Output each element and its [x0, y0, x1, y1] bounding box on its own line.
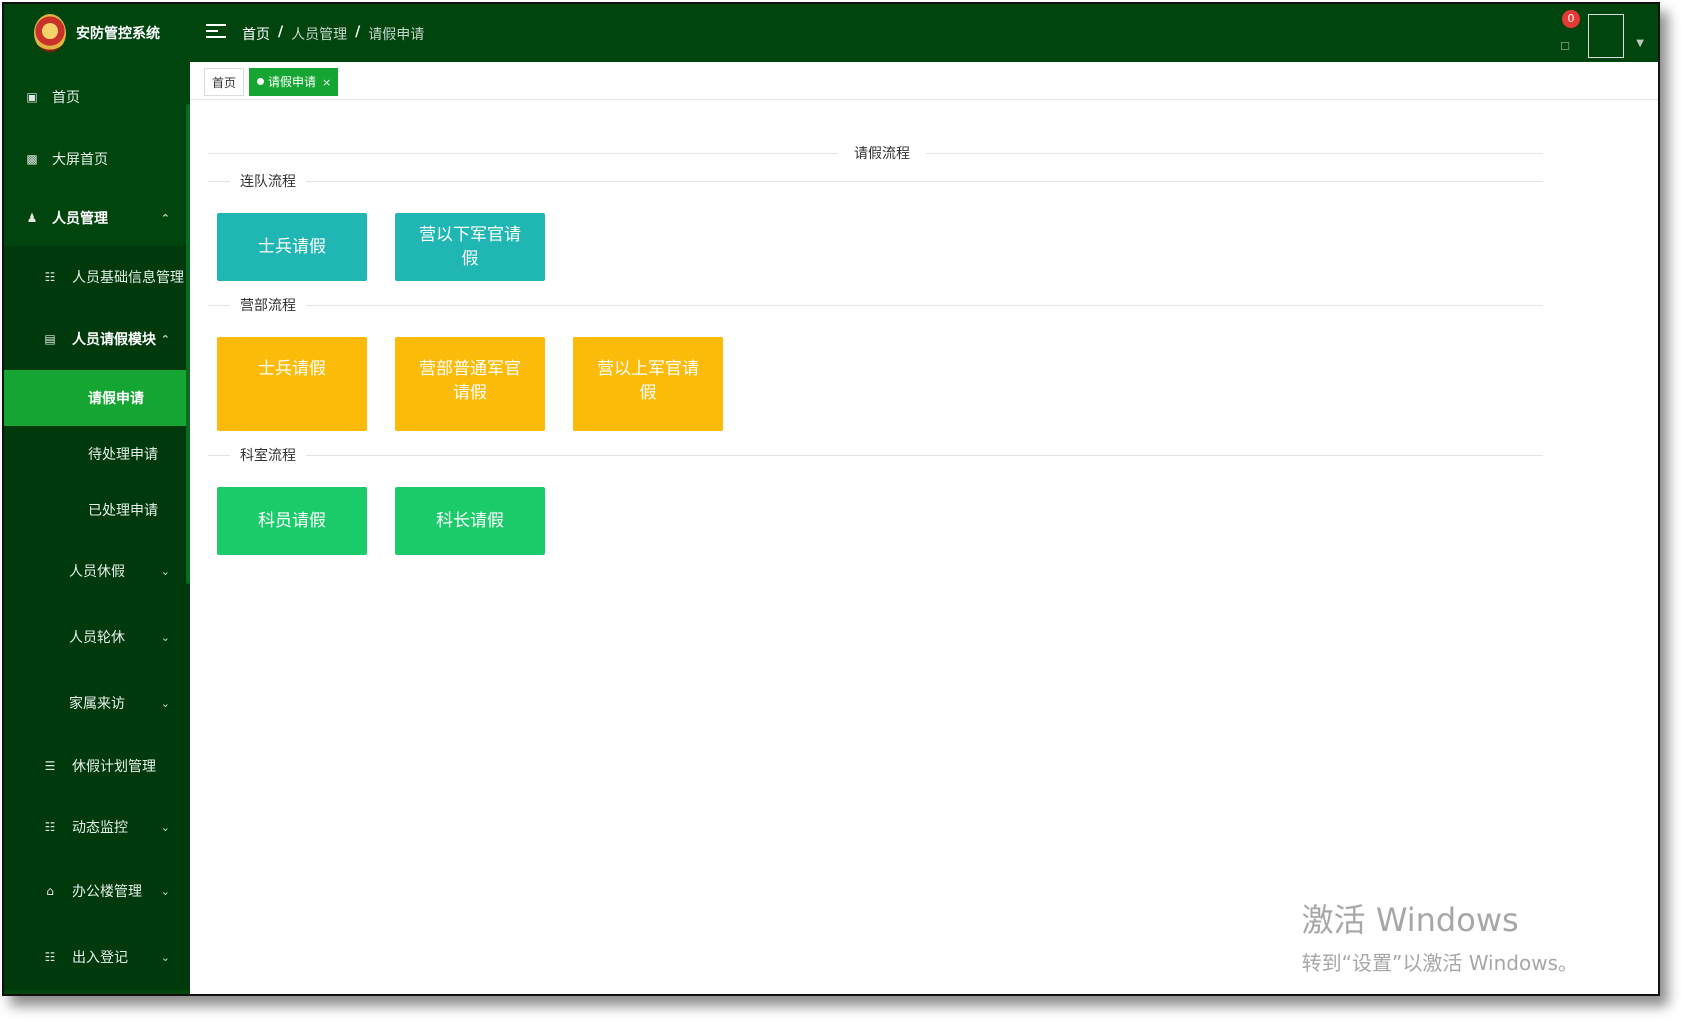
section-divider	[208, 305, 1543, 306]
soldier-leave-button-company[interactable]: 士兵请假	[217, 213, 367, 281]
breadcrumb-current: 请假申请	[368, 27, 425, 43]
sidebar-item-pending[interactable]: 待处理申请	[4, 426, 190, 482]
table-icon: ☷	[44, 950, 56, 964]
sidebar-item-processed[interactable]: 已处理申请	[4, 482, 190, 538]
sidebar-item-home[interactable]: ▣ 首页	[4, 66, 190, 128]
chevron-down-icon: ⌄	[160, 696, 170, 710]
sidebar-item-family-visit[interactable]: 家属来访 ⌄	[4, 670, 190, 736]
activation-watermark: 激活 Windows 转到“设置”以激活 Windows。	[1301, 901, 1578, 975]
image-icon: ▩	[26, 152, 38, 166]
breadcrumb-personnel[interactable]: 人员管理	[291, 24, 347, 44]
chevron-down-icon: ⌄	[160, 884, 170, 898]
sidebar-item-vacation[interactable]: 人员休假 ⌄	[4, 538, 190, 604]
home-icon: ⌂	[46, 884, 54, 898]
emblem-icon	[34, 14, 66, 52]
sidebar-item-basic-info[interactable]: ☷ 人员基础信息管理	[4, 246, 190, 308]
app-title: 安防管控系统	[76, 26, 160, 42]
monitor-icon: ▣	[26, 90, 38, 104]
sidebar: 安防管控系统 ▣ 首页 ▩ 大屏首页 ♟ 人员管理 ⌃ ☷ 人员基础信息管理 ▤…	[4, 4, 190, 994]
section-divider	[208, 181, 1543, 182]
chevron-down-icon: ⌄	[160, 820, 170, 834]
list-icon: ☰	[44, 759, 56, 773]
sidebar-item-entry-exit[interactable]: ☷ 出入登记 ⌄	[4, 924, 190, 990]
close-icon[interactable]: ×	[322, 76, 331, 89]
user-icon: ♟	[26, 211, 38, 225]
chevron-up-icon: ⌃	[160, 211, 170, 225]
top-header: 首页 / 人员管理 / 请假申请 ☐ 0 ▼	[190, 4, 1658, 62]
section-label-battalion: 营部流程	[230, 295, 306, 315]
message-icon[interactable]: ☐	[1560, 40, 1570, 53]
table-icon: ☷	[44, 820, 56, 834]
breadcrumb-separator: /	[355, 24, 361, 40]
sidebar-item-vacation-plan[interactable]: ☰ 休假计划管理	[4, 736, 190, 796]
section-chief-leave-button[interactable]: 科长请假	[395, 487, 545, 555]
soldier-leave-button-battalion[interactable]: 士兵请假	[217, 337, 367, 431]
sidebar-item-bigscreen[interactable]: ▩ 大屏首页	[4, 128, 190, 190]
avatar[interactable]	[1588, 14, 1624, 58]
junior-officer-leave-button[interactable]: 营以下军官请假	[395, 213, 545, 281]
chevron-down-icon[interactable]: ▼	[1636, 38, 1644, 49]
breadcrumb-home[interactable]: 首页	[242, 24, 270, 44]
sidebar-item-leave-apply[interactable]: 请假申请	[4, 370, 190, 426]
document-icon: ▤	[44, 332, 56, 346]
chevron-down-icon: ⌄	[160, 564, 170, 578]
sidebar-item-monitoring[interactable]: ☷ 动态监控 ⌄	[4, 796, 190, 858]
table-icon: ☷	[44, 270, 56, 284]
battalion-officer-leave-button[interactable]: 营部普通军官请假	[395, 337, 545, 431]
staff-leave-button[interactable]: 科员请假	[217, 487, 367, 555]
logo[interactable]: 安防管控系统	[4, 4, 190, 62]
breadcrumb: 首页 / 人员管理 / 请假申请	[242, 24, 424, 44]
app-window: 安防管控系统 ▣ 首页 ▩ 大屏首页 ♟ 人员管理 ⌃ ☷ 人员基础信息管理 ▤…	[2, 2, 1660, 996]
active-dot-icon	[257, 78, 264, 85]
tab-home[interactable]: 首页	[204, 68, 245, 96]
section-label-company: 连队流程	[230, 171, 306, 191]
section-label-department: 科室流程	[230, 445, 306, 465]
sidebar-item-leave-module[interactable]: ▤ 人员请假模块 ⌃	[4, 308, 190, 370]
sidebar-item-rotation[interactable]: 人员轮休 ⌄	[4, 604, 190, 670]
menu-toggle-icon[interactable]	[206, 24, 226, 42]
breadcrumb-separator: /	[278, 24, 284, 40]
main-content: 请假流程 连队流程 士兵请假 营以下军官请假 营部流程 士兵请假 营部普通军官请…	[190, 101, 1658, 994]
senior-officer-leave-button[interactable]: 营以上军官请假	[573, 337, 723, 431]
sidebar-item-office-building[interactable]: ⌂ 办公楼管理 ⌄	[4, 858, 190, 924]
chevron-down-icon: ⌄	[160, 630, 170, 644]
notification-badge[interactable]: 0	[1562, 10, 1580, 28]
section-divider	[208, 455, 1543, 456]
page-title: 请假流程	[838, 143, 926, 163]
tab-leave-apply[interactable]: 请假申请 ×	[249, 68, 339, 96]
chevron-down-icon: ⌄	[160, 950, 170, 964]
chevron-up-icon: ⌃	[160, 332, 170, 346]
tab-bar: 首页 请假申请 ×	[190, 62, 1658, 100]
sidebar-item-personnel[interactable]: ♟ 人员管理 ⌃	[4, 190, 190, 246]
